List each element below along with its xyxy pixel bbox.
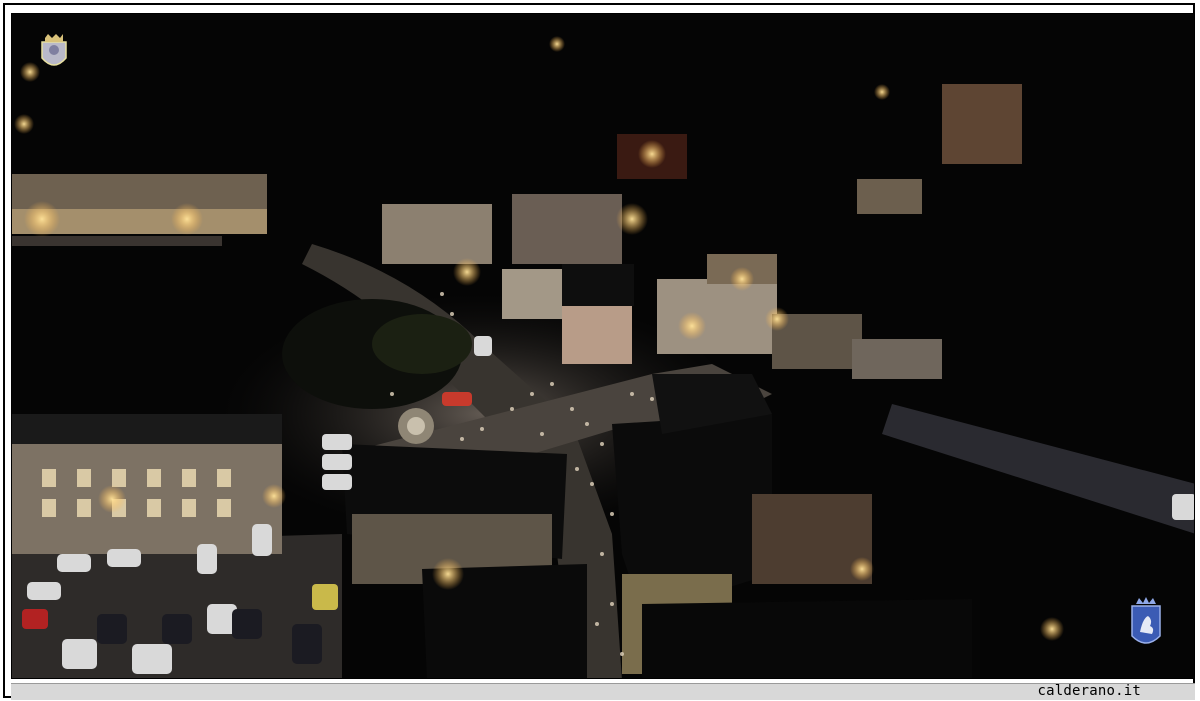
- night-town-scene: [12, 14, 1194, 678]
- aerial-night-photo: [11, 13, 1195, 679]
- street-building-1: [382, 204, 492, 264]
- upper-house: [857, 179, 922, 214]
- left-building: [12, 434, 282, 554]
- lion-shield-icon: [1131, 597, 1161, 644]
- right-building-1: [657, 279, 777, 354]
- coat-of-arms-icon: [41, 34, 67, 66]
- red-car: [442, 392, 472, 406]
- site-watermark[interactable]: calderano.it: [1037, 683, 1141, 699]
- photo-frame: calderano.it: [3, 3, 1195, 700]
- pink-building: [562, 304, 632, 364]
- church-block: [512, 194, 622, 264]
- hilltop-house: [942, 84, 1022, 164]
- street-building-2: [502, 269, 562, 319]
- footer-bar: calderano.it: [11, 683, 1195, 700]
